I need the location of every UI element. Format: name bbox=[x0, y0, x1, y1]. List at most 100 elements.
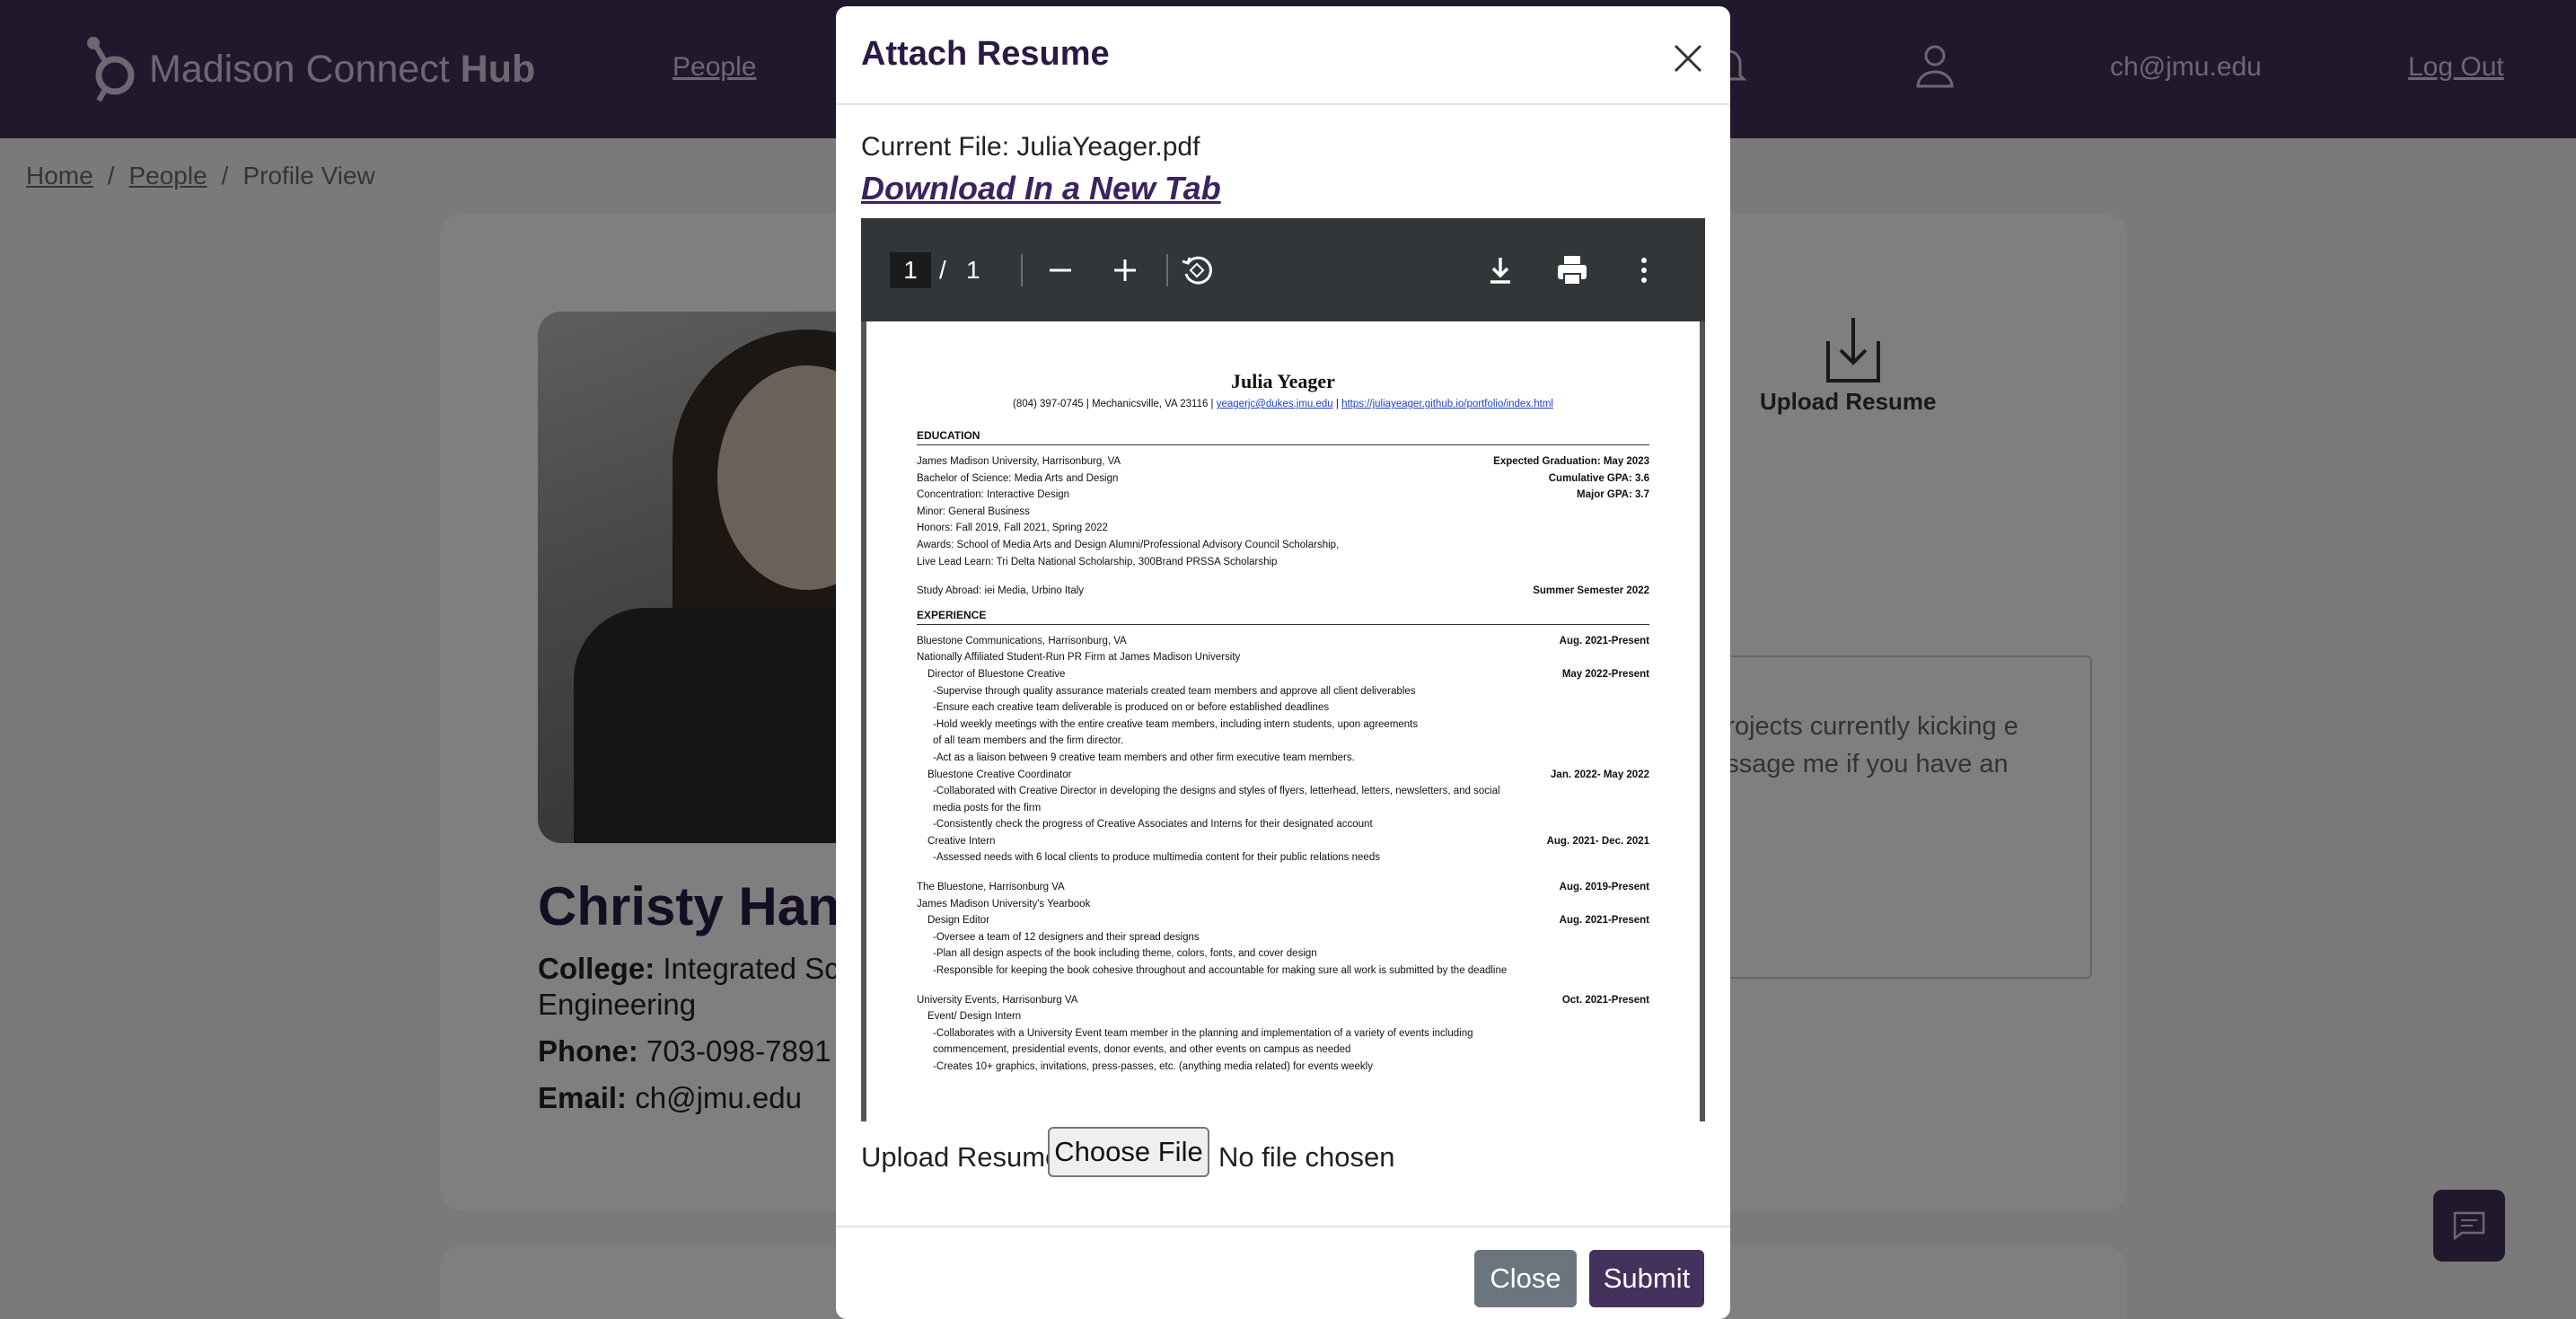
resume-row-left: Awards: School of Media Arts and Design … bbox=[917, 539, 1340, 550]
resume-row: Bluestone Communications, Harrisonburg, … bbox=[917, 633, 1649, 650]
attach-resume-modal: Attach Resume Current File: JuliaYeager.… bbox=[836, 6, 1730, 1319]
resume-row: Minor: General Business bbox=[917, 504, 1649, 521]
resume-row: University Events, Harrisonburg VA Oct. 2… bbox=[917, 992, 1649, 1009]
resume-row-left: Honors: Fall 2019, Fall 2021, Spring 202… bbox=[917, 523, 1108, 534]
resume-row-left: Bluestone Creative Coordinator bbox=[928, 769, 1072, 780]
resume-row-left: Nationally Affiliated Student-Run PR Fir… bbox=[917, 652, 1241, 664]
resume-row: The Bluestone, Harrisonburg VA Aug. 2019-… bbox=[917, 879, 1649, 896]
pdf-page-input[interactable]: 1 bbox=[890, 252, 931, 288]
resume-row: Honors: Fall 2019, Fall 2021, Spring 202… bbox=[917, 520, 1649, 537]
resume-row bbox=[917, 980, 1649, 992]
resume-row: -Creates 10+ graphics, invitations, pres… bbox=[917, 1059, 1649, 1076]
resume-row: -Oversee a team of 12 designers and thei… bbox=[917, 929, 1649, 946]
resume-row: James Madison University, Harrisonburg, … bbox=[917, 453, 1649, 470]
resume-row-left: Concentration: Interactive Design bbox=[917, 489, 1070, 501]
resume-row-left: James Madison University, Harrisonburg, … bbox=[917, 456, 1121, 467]
print-icon[interactable] bbox=[1552, 251, 1592, 290]
resume-row: Director of Bluestone Creative May 2022-P… bbox=[917, 666, 1649, 683]
zoom-out-icon[interactable] bbox=[1041, 251, 1080, 290]
resume-row: Creative Intern Aug. 2021- Dec. 2021 bbox=[917, 833, 1649, 850]
resume-row: James Madison University's Yearbook bbox=[917, 896, 1649, 913]
resume-row: -Assessed needs with 6 local clients to … bbox=[917, 849, 1649, 866]
resume-row-left: of all team members and the firm directo… bbox=[933, 735, 1124, 747]
more-options-icon[interactable] bbox=[1624, 251, 1664, 290]
resume-row-left: -Plan all design aspects of the book inc… bbox=[933, 948, 1317, 960]
resume-row-left: -Collaborated with Creative Director in … bbox=[933, 786, 1500, 797]
submit-button[interactable]: Submit bbox=[1589, 1250, 1704, 1307]
resume-row: -Plan all design aspects of the book inc… bbox=[917, 945, 1649, 963]
resume-name: Julia Yeager bbox=[1231, 370, 1335, 392]
resume-row-left: Event/ Design Intern bbox=[928, 1011, 1022, 1023]
resume-row-left: Director of Bluestone Creative bbox=[928, 668, 1066, 680]
resume-row: -Consistently check the progress of Crea… bbox=[917, 816, 1649, 833]
resume-contact-info: (804) 397-0745 | Mechanicsville, VA 2311… bbox=[1013, 399, 1214, 409]
resume-row-right: Aug. 2021-Present bbox=[1559, 915, 1649, 927]
resume-row-left: -Collaborates with a University Event te… bbox=[933, 1027, 1473, 1039]
resume-row: Design Editor Aug. 2021-Present bbox=[917, 912, 1649, 929]
resume-row-right: Oct. 2021-Present bbox=[1561, 994, 1649, 1006]
resume-row-left: Bachelor of Science: Media Arts and Desi… bbox=[917, 472, 1119, 484]
zoom-in-icon[interactable] bbox=[1105, 251, 1145, 290]
resume-row: media posts for the firm bbox=[917, 800, 1649, 817]
upload-resume-label: Upload Resume bbox=[861, 1141, 1061, 1173]
download-new-tab-link[interactable]: Download In a New Tab bbox=[861, 170, 1221, 207]
toolbar-divider bbox=[1021, 254, 1023, 286]
pdf-toolbar: 1 / 1 bbox=[861, 218, 1705, 321]
resume-row-right: Summer Semester 2022 bbox=[1533, 585, 1649, 597]
resume-row: -Responsible for keeping the book cohesi… bbox=[917, 963, 1649, 980]
resume-contact: (804) 397-0745 | Mechanicsville, VA 2311… bbox=[917, 399, 1649, 409]
toolbar-divider bbox=[1166, 254, 1168, 286]
resume-row-right: May 2022-Present bbox=[1561, 668, 1649, 680]
resume-row-left: -Consistently check the progress of Crea… bbox=[933, 819, 1373, 831]
resume-row: commencement, presidential events, donor… bbox=[917, 1042, 1649, 1059]
resume-row: Bluestone Creative Coordinator Jan. 2022-… bbox=[917, 767, 1649, 784]
resume-row-right: Cumulative GPA: 3.6 bbox=[1548, 472, 1649, 484]
resume-row-left: Study Abroad: iei Media, Urbino Italy bbox=[917, 585, 1085, 597]
resume-row-left: commencement, presidential events, donor… bbox=[933, 1044, 1351, 1056]
resume-section-heading: EXPERIENCE bbox=[917, 609, 1649, 625]
resume-row: Study Abroad: iei Media, Urbino Italy Su… bbox=[917, 583, 1649, 600]
resume-row-left: -Responsible for keeping the book cohesi… bbox=[933, 965, 1508, 977]
close-icon[interactable] bbox=[1670, 40, 1706, 76]
resume-row-left: Bluestone Communications, Harrisonburg, … bbox=[917, 635, 1127, 646]
pdf-page: Julia Yeager (804) 397-0745 | Mechanicsv… bbox=[866, 321, 1700, 1121]
resume-row-left: -Oversee a team of 12 designers and thei… bbox=[933, 931, 1200, 943]
modal-title: Attach Resume bbox=[861, 35, 1110, 73]
resume-row: Nationally Affiliated Student-Run PR Fir… bbox=[917, 649, 1649, 666]
resume-contact-separator: | bbox=[1335, 399, 1339, 409]
resume-row-left: The Bluestone, Harrisonburg VA bbox=[917, 882, 1065, 893]
resume-row: -Collaborated with Creative Director in … bbox=[917, 783, 1649, 800]
resume-row: -Act as a liaison between 9 creative tea… bbox=[917, 750, 1649, 767]
resume-row-right: Jan. 2022- May 2022 bbox=[1551, 769, 1649, 780]
download-icon[interactable] bbox=[1481, 251, 1520, 290]
resume-row: Concentration: Interactive Design Major G… bbox=[917, 487, 1649, 504]
resume-row-right: Aug. 2021- Dec. 2021 bbox=[1546, 835, 1649, 847]
resume-row-left: Minor: General Business bbox=[917, 506, 1030, 517]
close-button[interactable]: Close bbox=[1474, 1250, 1577, 1307]
resume-row: -Supervise through quality assurance mat… bbox=[917, 683, 1649, 700]
resume-row-left: -Ensure each creative team deliverable i… bbox=[933, 702, 1330, 714]
resume-row-left: -Supervise through quality assurance mat… bbox=[933, 685, 1416, 697]
resume-portfolio-link[interactable]: https://juliayeager.github.io/portfolio/… bbox=[1341, 399, 1553, 409]
resume-row-right: Expected Graduation: May 2023 bbox=[1493, 456, 1649, 467]
resume-education-list: James Madison University, Harrisonburg, … bbox=[917, 453, 1649, 570]
resume-row-left: -Assessed needs with 6 local clients to … bbox=[933, 852, 1380, 864]
resume-row: Event/ Design Intern bbox=[917, 1008, 1649, 1025]
pdf-page-total: 1 bbox=[966, 256, 980, 284]
file-status-text: No file chosen bbox=[1218, 1141, 1395, 1173]
resume-email-link[interactable]: yeagerjc@dukes.jmu.edu bbox=[1217, 399, 1333, 409]
resume-section-heading: EDUCATION bbox=[917, 429, 1649, 445]
resume-row-left: -Hold weekly meetings with the entire cr… bbox=[933, 718, 1419, 730]
choose-file-button[interactable]: Choose File bbox=[1048, 1127, 1209, 1177]
resume-row-right: Aug. 2019-Present bbox=[1559, 882, 1649, 893]
resume-experience-list: Bluestone Communications, Harrisonburg, … bbox=[917, 633, 1649, 1076]
resume-row-left: Design Editor bbox=[928, 915, 990, 927]
rotate-icon[interactable] bbox=[1177, 251, 1217, 290]
pdf-viewer[interactable]: 1 / 1 Julia Yeager (804) 397-0745 | Mech… bbox=[861, 218, 1705, 1121]
resume-row-right: Major GPA: 3.7 bbox=[1577, 489, 1649, 501]
resume-row-left: -Creates 10+ graphics, invitations, pres… bbox=[933, 1061, 1373, 1072]
modal-header: Attach Resume bbox=[836, 6, 1730, 105]
resume-row-left: James Madison University's Yearbook bbox=[917, 898, 1091, 910]
pdf-page-separator: / bbox=[939, 256, 946, 284]
resume-row: -Ensure each creative team deliverable i… bbox=[917, 699, 1649, 717]
